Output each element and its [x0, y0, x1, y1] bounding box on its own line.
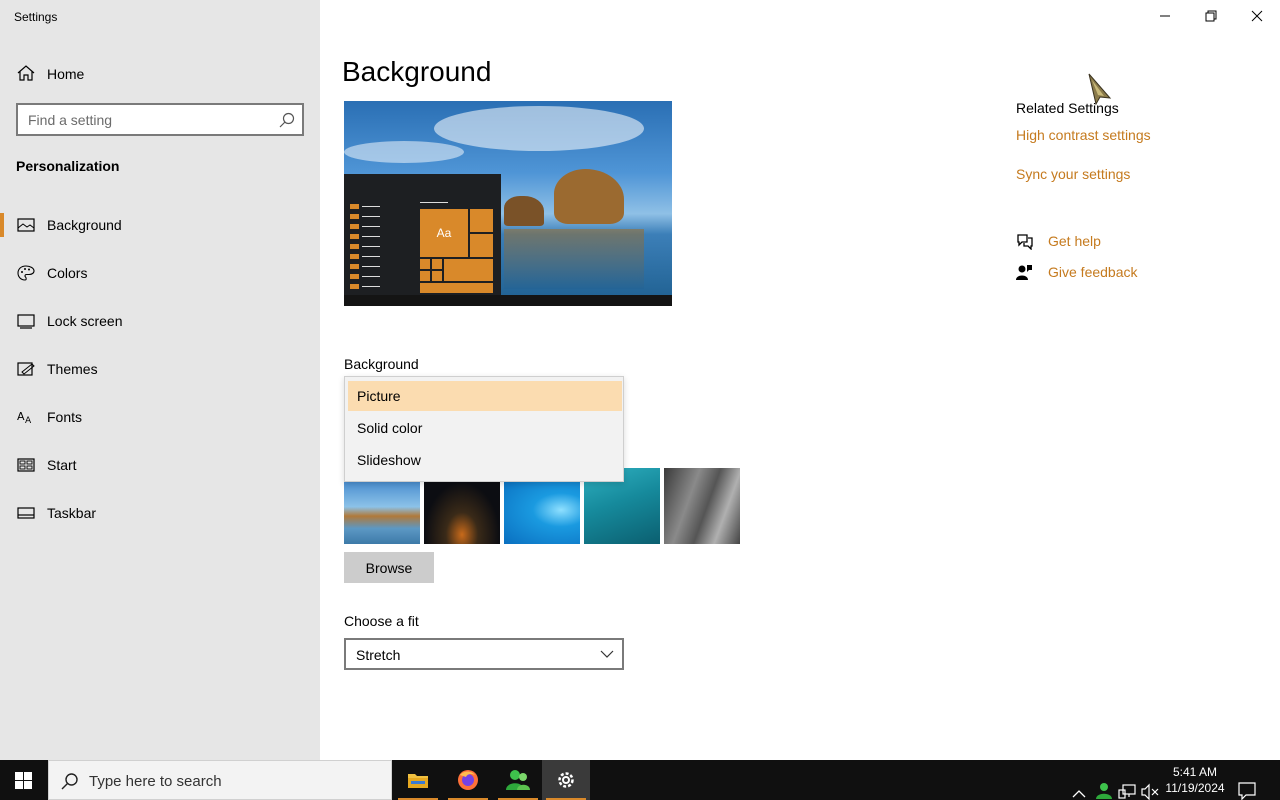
chat-help-icon: [1017, 234, 1033, 250]
file-explorer-taskbar-button[interactable]: [394, 760, 442, 800]
fit-label: Choose a fit: [344, 613, 419, 629]
people-tray-icon[interactable]: [1095, 771, 1113, 800]
chevron-up-icon[interactable]: [1072, 774, 1086, 800]
palette-icon: [17, 265, 35, 281]
sidebar-item-lock-screen[interactable]: Lock screen: [0, 301, 320, 341]
home-label: Home: [47, 66, 85, 82]
section-heading: Personalization: [16, 158, 120, 174]
taskbar-search-box[interactable]: Type here to search: [48, 760, 392, 800]
start-icon: [17, 458, 35, 472]
picture-thumbnail[interactable]: [504, 482, 580, 544]
settings-taskbar-button[interactable]: [542, 760, 590, 800]
background-type-dropdown[interactable]: Picture Solid color Slideshow: [344, 376, 624, 482]
notifications-icon[interactable]: [1238, 771, 1256, 800]
picture-thumbnail[interactable]: [664, 468, 740, 544]
picture-icon: [17, 218, 35, 232]
picture-thumbnail[interactable]: [344, 482, 420, 544]
close-icon: [1251, 10, 1263, 22]
start-button[interactable]: [0, 760, 48, 800]
background-preview: Aa: [344, 101, 672, 306]
dropdown-option-solid-color[interactable]: Solid color: [348, 413, 622, 443]
dropdown-option-slideshow[interactable]: Slideshow: [348, 445, 622, 475]
restore-icon: [1205, 10, 1217, 22]
home-nav[interactable]: Home: [0, 58, 320, 88]
clock-date: 11/19/2024: [1165, 781, 1225, 795]
svg-text:A: A: [17, 410, 25, 423]
themes-icon: [17, 362, 35, 376]
search-icon: [61, 773, 78, 790]
sidebar-item-start[interactable]: Start: [0, 445, 320, 485]
preview-tile: Aa: [419, 208, 469, 258]
sidebar: Settings Home Find a setting Personaliza…: [0, 0, 320, 760]
folder-icon: [408, 774, 428, 788]
sidebar-item-colors[interactable]: Colors: [0, 253, 320, 293]
app-title: Settings: [14, 10, 58, 24]
windows-logo-icon: [15, 772, 32, 789]
minimize-icon: [1160, 15, 1170, 17]
firefox-taskbar-button[interactable]: [444, 760, 492, 800]
search-placeholder: Find a setting: [28, 112, 113, 128]
browse-button[interactable]: Browse: [344, 552, 434, 583]
preview-start-menu: Aa: [344, 174, 501, 306]
background-type-label: Background: [344, 356, 419, 372]
gear-icon: [558, 772, 574, 788]
sidebar-item-label: Background: [47, 217, 122, 233]
fit-select[interactable]: Stretch: [344, 638, 624, 670]
chevron-down-icon: [600, 650, 614, 658]
volume-muted-icon[interactable]: [1141, 772, 1159, 800]
minimize-button[interactable]: [1142, 0, 1188, 32]
sidebar-item-label: Themes: [47, 361, 98, 377]
sidebar-item-fonts[interactable]: AA Fonts: [0, 397, 320, 437]
sync-settings-link[interactable]: Sync your settings: [1016, 166, 1130, 182]
dropdown-option-picture[interactable]: Picture: [348, 381, 622, 411]
option-label: Picture: [357, 388, 401, 404]
sidebar-item-label: Lock screen: [47, 313, 123, 329]
get-help-link[interactable]: Get help: [1016, 232, 1216, 252]
find-setting-input[interactable]: Find a setting: [16, 103, 304, 136]
taskbar-search-placeholder: Type here to search: [89, 773, 222, 790]
settings-window: Settings Home Find a setting Personaliza…: [0, 0, 1280, 760]
close-button[interactable]: [1234, 0, 1280, 32]
taskbar: Type here to search 5:41 AM 11/19/2024: [0, 760, 1280, 800]
firefox-icon: [458, 770, 478, 790]
give-feedback-label: Give feedback: [1048, 264, 1138, 280]
sidebar-item-label: Taskbar: [47, 505, 97, 521]
sidebar-item-background[interactable]: Background: [0, 205, 320, 245]
get-help-label: Get help: [1048, 233, 1101, 249]
option-label: Solid color: [357, 420, 423, 436]
page-title: Background: [342, 56, 492, 87]
lock-screen-icon: [17, 314, 35, 329]
give-feedback-link[interactable]: Give feedback: [1016, 263, 1216, 283]
home-icon: [17, 65, 35, 81]
sidebar-item-label: Fonts: [47, 409, 83, 425]
search-icon: [279, 112, 295, 128]
picture-thumbnail[interactable]: [424, 482, 500, 544]
taskbar-icon: [17, 507, 35, 519]
related-settings-heading: Related Settings: [1016, 100, 1119, 116]
restore-button[interactable]: [1188, 0, 1234, 32]
network-icon[interactable]: [1118, 772, 1136, 800]
fit-value: Stretch: [356, 647, 401, 663]
sidebar-item-themes[interactable]: Themes: [0, 349, 320, 389]
high-contrast-link[interactable]: High contrast settings: [1016, 127, 1151, 143]
feedback-icon: [1016, 265, 1032, 280]
clock-time: 5:41 AM: [1172, 765, 1218, 779]
svg-text:A: A: [25, 416, 32, 425]
sidebar-item-label: Start: [47, 457, 77, 473]
sidebar-item-taskbar[interactable]: Taskbar: [0, 493, 320, 533]
option-label: Slideshow: [357, 452, 421, 468]
sidebar-item-label: Colors: [47, 265, 88, 281]
taskbar-clock[interactable]: 5:41 AM 11/19/2024: [1160, 764, 1230, 796]
fonts-icon: AA: [17, 410, 32, 425]
people-icon: [506, 770, 530, 790]
people-app-taskbar-button[interactable]: [494, 760, 542, 800]
